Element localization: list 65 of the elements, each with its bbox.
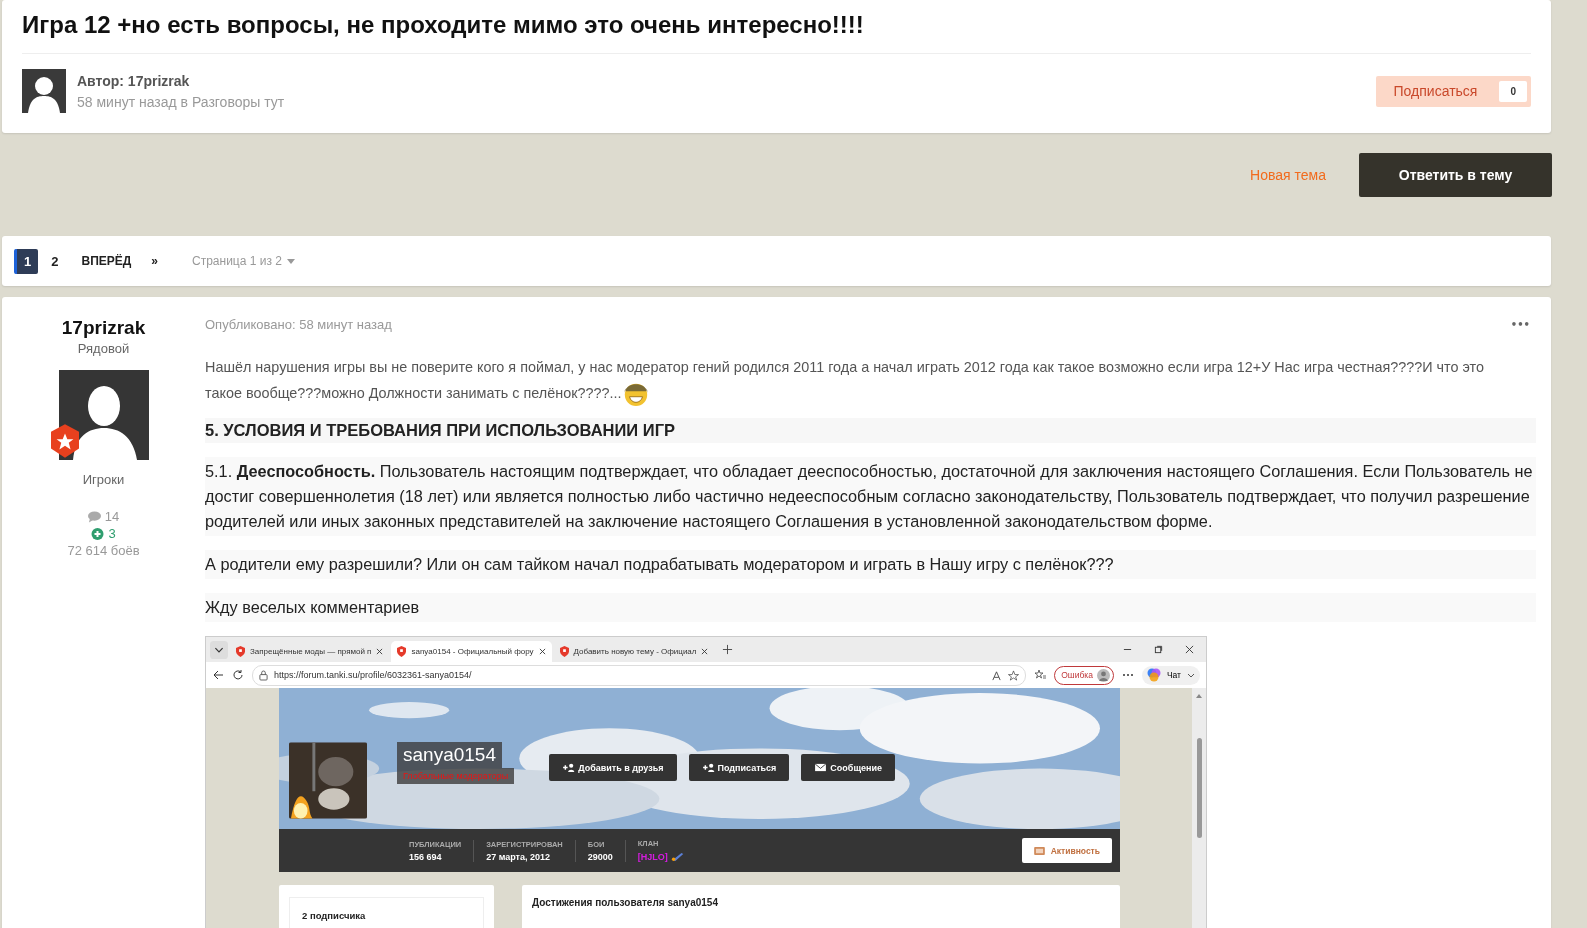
address-field[interactable]: https://forum.tanki.su/profile/6032361-sanya0154/ <box>252 664 1027 686</box>
quoted-text: А родители ему разрешили? Или он сам тайком начал подрабатывать модератором и играть в Нашу игру с пелёнок??? <box>205 550 1536 579</box>
stat-value: 29000 <box>587 851 613 862</box>
post-text: такое вообще???можно Должности занимать с пелёнок????... <box>205 384 622 403</box>
chevron-down-icon <box>1187 672 1195 678</box>
shield-icon <box>397 646 407 657</box>
follower-count: 0 <box>1499 80 1527 102</box>
topic-title: Игра 12 +но есть вопросы, не проходите мимо это очень интересно!!!! <box>22 8 1531 54</box>
favorites-icon[interactable] <box>1034 669 1047 681</box>
chevron-down-icon[interactable] <box>210 640 228 659</box>
shield-icon <box>559 646 569 657</box>
browser-tab[interactable]: Запрещённые моды — прямой п <box>230 641 390 662</box>
scrollbar-thumb[interactable] <box>1196 738 1202 838</box>
avatar-icon <box>58 370 149 460</box>
restore-icon[interactable] <box>1154 645 1163 654</box>
achievements-title: Достижения пользователя sanya0154 <box>532 897 718 908</box>
followers-title: 2 подписчика <box>302 910 366 921</box>
caret-icon <box>287 258 295 264</box>
post-heading: 5. УСЛОВИЯ И ТРЕБОВАНИЯ ПРИ ИСПОЛЬЗОВАНИИ ИГР <box>205 418 1536 443</box>
post-text: Нашёл нарушения игры вы не поверите кого я поймал, у нас модератор гений родился 2011 года а начал играть 2012 года как такое возможно если игра 12+У Нас игра честная????И что это <box>205 358 1484 377</box>
back-icon[interactable] <box>212 669 224 681</box>
close-icon[interactable] <box>701 648 709 655</box>
reply-button[interactable]: Ответить в тему <box>1359 153 1552 197</box>
comment-icon <box>87 510 101 523</box>
browser-tab[interactable]: Добавить новую тему - Официал <box>553 641 715 662</box>
star-icon[interactable] <box>1008 669 1020 681</box>
avatar-icon <box>22 69 66 113</box>
post-count: 14 <box>104 509 120 524</box>
author-rank: Рядовой <box>77 341 130 356</box>
close-icon[interactable] <box>376 648 384 655</box>
battle-count: 72 614 боёв <box>67 543 140 558</box>
post-author-name[interactable]: 17prizrak <box>61 317 146 339</box>
topic-meta: 58 минут назад в Разговоры тут <box>77 93 286 110</box>
browser-tab[interactable]: sanya0154 - Официальный фору <box>391 641 552 662</box>
stat-value: 156 694 <box>409 851 442 862</box>
author-link[interactable]: Автор: 17prizrak <box>77 72 1376 89</box>
lock-icon <box>259 669 268 681</box>
chat-button[interactable]: Чат <box>1141 665 1200 685</box>
publish-date: Опубликовано: 58 минут назад <box>205 317 392 332</box>
shield-icon <box>236 646 245 657</box>
close-icon[interactable] <box>1185 645 1194 654</box>
quoted-text: 5.1. Дееспособность. Пользователь настоящим подтверждает, что обладает дееспособностью, достаточной для заключения настоящего Соглашения. Если Пользователь не достиг совершеннолетия (18 лет) или является полностью либо частично недееспособным согласно законодательству, Пользователь подтверждает, что получил разрешение родителей или иных законных представителей на заключение настоящего Соглашения в установленной законодательством форме. <box>205 457 1536 536</box>
plus-icon <box>91 527 105 540</box>
new-tab-icon[interactable] <box>722 644 734 655</box>
read-aloud-icon[interactable] <box>991 669 1003 681</box>
reputation-count: 3 <box>108 526 116 541</box>
page-link[interactable]: 2 <box>44 248 66 274</box>
page-link[interactable]: 1 <box>14 248 39 274</box>
activity-button[interactable]: Активность <box>1021 838 1112 863</box>
rank-badge-icon <box>50 424 79 458</box>
activity-icon <box>1033 846 1045 855</box>
avatar-icon <box>1096 668 1110 682</box>
stat-value: 27 марта, 2012 <box>486 851 551 862</box>
next-page-link[interactable]: ВПЕРЁД <box>81 254 132 268</box>
stat-value: [HJLO] <box>637 851 668 862</box>
scroll-up-icon[interactable] <box>1196 694 1202 698</box>
close-icon[interactable] <box>538 648 546 655</box>
follow-button[interactable]: Подписаться 0 <box>1375 75 1531 107</box>
quoted-text: Жду веселых комментариев <box>205 593 1536 622</box>
chat-logo-icon <box>1146 668 1161 682</box>
reload-icon[interactable] <box>232 669 244 681</box>
post-menu-button[interactable]: ••• <box>1510 319 1536 330</box>
profile-error-button[interactable]: Ошибка <box>1054 665 1114 685</box>
author-group: Игроки <box>82 472 125 487</box>
last-page-link[interactable]: » <box>151 254 159 268</box>
